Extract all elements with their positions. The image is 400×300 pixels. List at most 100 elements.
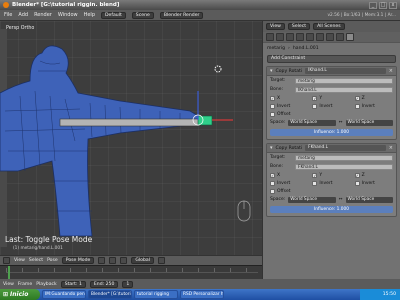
invert-y-check[interactable]: Invert xyxy=(312,103,350,109)
timeline-area[interactable] xyxy=(0,265,262,280)
menu-window[interactable]: Window xyxy=(58,12,78,18)
menu-file[interactable]: File xyxy=(4,12,12,18)
layers-button[interactable] xyxy=(158,257,165,264)
editor-type-button[interactable] xyxy=(3,257,10,264)
breadcrumb-separator-icon: › xyxy=(288,45,290,51)
offset-check[interactable]: Offset xyxy=(270,111,393,117)
target-space-select[interactable]: World Space xyxy=(345,196,394,203)
scene-select[interactable]: Scene xyxy=(131,11,154,19)
bone-label: Bone: xyxy=(270,164,283,169)
constraint-name-field[interactable]: FKhand.L xyxy=(305,145,386,151)
current-frame-field[interactable]: 1 xyxy=(122,280,134,288)
constraint-name-field[interactable]: IKhand.L xyxy=(305,68,386,74)
invert-y-check[interactable]: Invert xyxy=(312,180,350,186)
manipulator-button[interactable] xyxy=(120,257,128,264)
character-mesh[interactable] xyxy=(0,21,262,255)
checkbox-icon[interactable] xyxy=(270,188,275,194)
start-frame-field[interactable]: Start: 1 xyxy=(60,280,86,288)
checkbox-icon[interactable] xyxy=(270,180,275,186)
expand-triangle-icon[interactable]: ▾ xyxy=(270,145,273,151)
maximize-button[interactable]: □ xyxy=(379,1,387,9)
render-engine-select[interactable]: Blender Render xyxy=(159,11,204,19)
axis-x-check[interactable]: ✓ X xyxy=(270,95,308,101)
checkbox-icon[interactable]: ✓ xyxy=(312,172,318,178)
tab-modifiers-icon[interactable] xyxy=(316,33,324,41)
owner-space-select[interactable]: World Space xyxy=(288,119,336,126)
checkbox-icon[interactable]: ✓ xyxy=(354,172,360,178)
influence-slider[interactable]: Influence: 1.000 xyxy=(270,206,393,213)
axis-z-check[interactable]: ✓ Z xyxy=(354,172,393,178)
invert-z-check[interactable]: Invert xyxy=(354,180,393,186)
minimize-button[interactable]: _ xyxy=(369,1,377,9)
tab-world-icon[interactable] xyxy=(286,33,294,41)
outliner-select-menu[interactable]: Select xyxy=(287,23,311,30)
mode-select[interactable]: Pose Mode xyxy=(61,257,95,264)
taskbar-item[interactable]: IM:Guardando pena... xyxy=(42,290,86,299)
offset-row: Offset xyxy=(267,187,396,195)
outliner-view-menu[interactable]: View xyxy=(266,23,285,30)
tab-constraints-icon[interactable] xyxy=(306,33,314,41)
menu-view[interactable]: View xyxy=(14,258,25,263)
bone-field[interactable]: FKhand.L xyxy=(295,163,393,170)
checkbox-icon[interactable] xyxy=(312,180,318,186)
axis-y-check[interactable]: ✓ Y xyxy=(312,172,350,178)
taskbar-item[interactable]: RSD Personalizar hues... xyxy=(180,290,224,299)
invert-x-check[interactable]: Invert xyxy=(270,103,308,109)
checkbox-icon[interactable] xyxy=(270,111,275,117)
target-space-select[interactable]: World Space xyxy=(345,119,394,126)
all-scenes-select[interactable]: All Scenes xyxy=(313,23,345,30)
add-constraint-button[interactable]: Add Constraint xyxy=(267,55,396,63)
end-frame-field[interactable]: End: 250 xyxy=(89,280,119,288)
tab-bone-icon[interactable] xyxy=(336,33,344,41)
expand-triangle-icon[interactable]: ▾ xyxy=(270,68,273,74)
taskbar-item[interactable]: Blender* [G:\tutorial... xyxy=(88,290,132,299)
menu-select[interactable]: Select xyxy=(29,258,43,263)
screen-layout-select[interactable]: Default xyxy=(101,11,126,19)
checkbox-icon[interactable]: ✓ xyxy=(270,95,275,101)
checkbox-icon[interactable]: ✓ xyxy=(312,95,318,101)
tab-scene-icon[interactable] xyxy=(276,33,284,41)
tab-object-icon[interactable] xyxy=(296,33,304,41)
axis-z-check[interactable]: ✓ Z xyxy=(354,95,393,101)
invert-z-check[interactable]: Invert xyxy=(354,103,393,109)
menu-frame[interactable]: Frame xyxy=(18,282,32,287)
tab-bone-constraints-icon[interactable] xyxy=(346,33,354,41)
close-button[interactable]: x xyxy=(389,1,397,9)
influence-slider[interactable]: Influence: 1.000 xyxy=(270,129,393,136)
3d-viewport[interactable]: Persp Ortho Last: Toggle Pose Mode (1) m… xyxy=(0,21,262,255)
checkbox-icon[interactable] xyxy=(354,180,360,186)
invert-x-check[interactable]: Invert xyxy=(270,180,308,186)
axis-checks: ✓ X ✓ Y ✓ Z xyxy=(267,94,396,102)
menu-pose[interactable]: Pose xyxy=(47,258,58,263)
pivot-button[interactable] xyxy=(109,257,117,264)
offset-check[interactable]: Offset xyxy=(270,188,393,194)
checkbox-icon[interactable]: ✓ xyxy=(354,95,360,101)
shading-button[interactable] xyxy=(98,257,106,264)
checkbox-icon[interactable] xyxy=(312,103,318,109)
checkbox-icon[interactable] xyxy=(270,103,275,109)
menu-playback[interactable]: Playback xyxy=(36,282,57,287)
bone-field[interactable]: IKhand.L xyxy=(295,86,393,93)
start-button[interactable]: ⊞ Inicio xyxy=(0,289,40,300)
menu-help[interactable]: Help xyxy=(84,12,95,18)
menu-add[interactable]: Add xyxy=(18,12,28,18)
checkbox-icon[interactable] xyxy=(354,103,360,109)
target-row: Target: metarig xyxy=(267,153,396,162)
target-field[interactable]: metarig xyxy=(295,154,393,161)
tab-data-icon[interactable] xyxy=(326,33,334,41)
orientation-select[interactable]: Global xyxy=(131,257,154,264)
checkbox-icon[interactable]: ✓ xyxy=(270,172,275,178)
close-icon[interactable]: × xyxy=(389,145,393,151)
target-field[interactable]: metarig xyxy=(295,77,393,84)
properties-context-tabs xyxy=(263,32,400,43)
close-icon[interactable]: × xyxy=(389,68,393,74)
os-taskbar: ⊞Inicio IM:Guardando pena... Blender* [G… xyxy=(0,289,400,300)
axis-x-check[interactable]: ✓ X xyxy=(270,172,308,178)
owner-space-select[interactable]: World Space xyxy=(288,196,336,203)
taskbar-item[interactable]: tutorial rigging xyxy=(134,290,178,299)
menu-render[interactable]: Render xyxy=(34,12,52,18)
timeline-frame-cursor[interactable] xyxy=(8,266,10,280)
menu-timeline-view[interactable]: View xyxy=(3,282,14,287)
tab-render-icon[interactable] xyxy=(266,33,274,41)
axis-y-check[interactable]: ✓ Y xyxy=(312,95,350,101)
